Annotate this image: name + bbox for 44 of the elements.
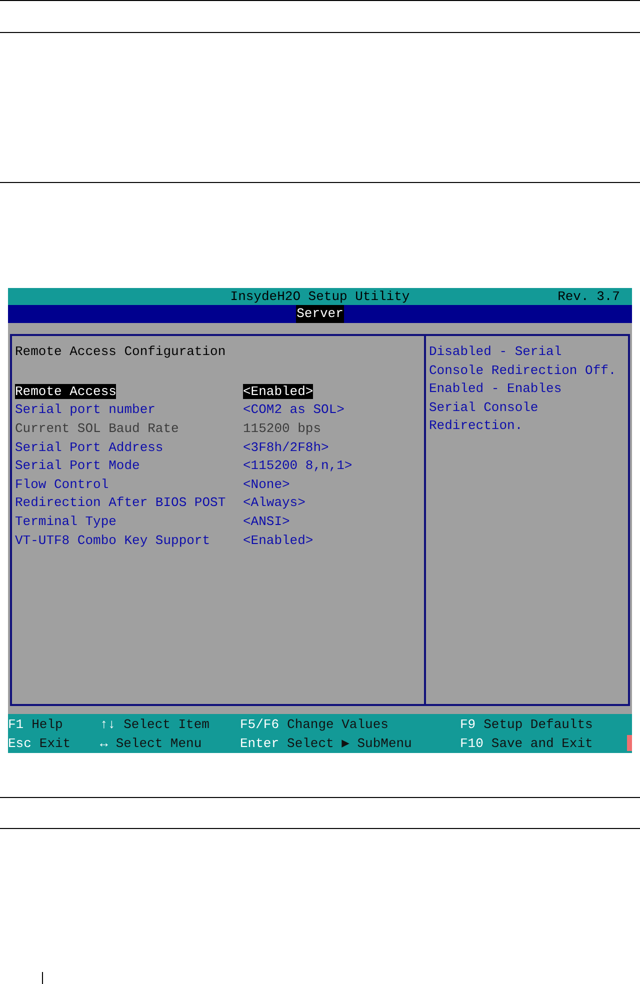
setting-label[interactable]: Flow Control: [15, 476, 109, 492]
setting-value: 115200 bps: [243, 420, 322, 436]
setting-value[interactable]: <ANSI>: [243, 514, 290, 529]
key-label: F5/F6: [240, 716, 280, 732]
key-label: F9: [460, 716, 476, 732]
setting-value[interactable]: <COM2 as SOL>: [243, 402, 344, 418]
key-label: Esc: [8, 736, 32, 750]
setting-label[interactable]: Serial Port Mode: [15, 458, 140, 474]
setting-label[interactable]: Redirection After BIOS POST: [15, 495, 226, 510]
setting-label[interactable]: Serial port number: [15, 402, 156, 418]
scroll-marker: [627, 735, 632, 751]
setting-value[interactable]: <Always>: [243, 495, 306, 510]
setting-value[interactable]: <Enabled>: [243, 384, 314, 399]
key-action: Setup Defaults: [484, 716, 593, 732]
help-text: Serial Console: [429, 400, 540, 417]
key-action: Help: [32, 716, 63, 732]
setting-value[interactable]: <115200 8,n,1>: [243, 458, 352, 474]
setting-label[interactable]: VT-UTF8 Combo Key Support: [15, 532, 210, 548]
key-action: Select ▶ SubMenu: [287, 736, 412, 750]
key-label: ↑↓: [100, 716, 116, 732]
section-title: Remote Access Configuration: [15, 344, 227, 361]
setting-value[interactable]: <Enabled>: [243, 532, 314, 548]
key-label: F1: [8, 716, 24, 732]
window-title: InsydeH2O Setup Utility: [230, 289, 410, 304]
key-action: Select Item: [124, 716, 210, 732]
key-action: Exit: [39, 736, 71, 750]
key-label: ↔: [100, 736, 108, 750]
setting-value[interactable]: <3F8h/2F8h>: [243, 440, 329, 455]
setting-label[interactable]: Remote Access: [15, 384, 116, 399]
key-action: Select Menu: [116, 736, 202, 750]
key-label: Enter: [240, 736, 280, 750]
help-text: Enabled - Enables: [429, 381, 563, 398]
revision-label: Rev. 3.7: [558, 289, 621, 304]
setting-label[interactable]: Terminal Type: [15, 514, 116, 529]
key-action: Change Values: [287, 716, 388, 732]
help-text: Redirection.: [429, 418, 524, 436]
help-text: Console Redirection Off.: [429, 362, 618, 380]
help-text: Disabled - Serial: [429, 344, 563, 361]
key-action: Save and Exit: [491, 736, 593, 750]
setting-value[interactable]: <None>: [243, 476, 290, 492]
page-margin-mark: [42, 972, 43, 984]
setting-label[interactable]: Serial Port Address: [15, 440, 164, 455]
key-label: F10: [460, 736, 484, 750]
menu-tab[interactable]: Server: [296, 305, 344, 323]
